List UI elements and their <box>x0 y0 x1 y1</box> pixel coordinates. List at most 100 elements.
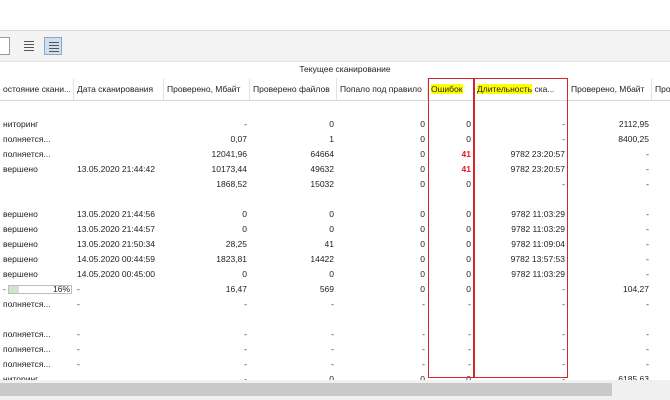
cell-rules: 0 <box>420 284 425 294</box>
cell-status: полняется... <box>3 344 51 354</box>
horizontal-scrollbar[interactable] <box>0 380 670 400</box>
cell-duration: - <box>562 179 565 189</box>
table-row[interactable] <box>0 312 670 327</box>
table-row[interactable]: вершено 14.05.2020 00:45:00 0 0 0 0 9782 11:03… <box>0 267 670 282</box>
cell-files: 0 <box>329 119 334 129</box>
table-row[interactable]: вершено 14.05.2020 00:44:59 1823,81 14422 0 0… <box>0 252 670 267</box>
cell-rules: - <box>422 359 425 369</box>
search-input[interactable] <box>0 37 10 55</box>
table-row[interactable]: полняется... - - - - - - - <box>0 297 670 312</box>
cell-status: вершено <box>3 239 38 249</box>
cell-date: 14.05.2020 00:44:59 <box>77 254 155 264</box>
cell-errors: 0 <box>466 239 471 249</box>
cell-mb: 0 <box>242 224 247 234</box>
table-row[interactable]: полняется... 0,07 1 0 0 - 8400,25 <box>0 132 670 147</box>
col-rule-hits-header[interactable]: Попало под правило <box>337 78 428 100</box>
table-row[interactable]: полняется... 12041,96 64664 0 41 9782 23:20:5… <box>0 147 670 162</box>
cell-date: 13.05.2020 21:44:56 <box>77 209 155 219</box>
cell-mb2 <box>568 102 652 117</box>
cell-mb: - <box>244 119 247 129</box>
cell-mb <box>164 312 250 327</box>
cell-files: - <box>331 344 334 354</box>
details-view-icon[interactable] <box>44 37 62 55</box>
table-row[interactable]: 1868,52 15032 0 0 - - <box>0 177 670 192</box>
table-row[interactable]: -16% -16,47 569 0 0-104,27 <box>0 282 670 297</box>
col-more-header[interactable]: Про <box>652 78 670 100</box>
cell-mb2: - <box>646 329 649 339</box>
cell-duration: 9782 23:20:57 <box>510 164 565 174</box>
col-status-header[interactable]: остояние скани... <box>0 78 74 100</box>
cell-errors: 0 <box>466 209 471 219</box>
cell-mb2: 8400,25 <box>618 134 649 144</box>
cell-files: 0 <box>329 269 334 279</box>
cell-date <box>74 192 164 207</box>
table-row[interactable]: вершено 13.05.2020 21:44:56 0 0 0 0 9782 11:03… <box>0 207 670 222</box>
cell-mb2: 104,27 <box>623 284 649 294</box>
cell-errors: 41 <box>461 149 471 159</box>
table-row[interactable]: вершено 13.05.2020 21:44:42 10173,44 49632 0… <box>0 162 670 177</box>
cell-date <box>74 177 164 192</box>
cell-rules: 0 <box>420 164 425 174</box>
cell-mb: - <box>244 329 247 339</box>
cell-rules: 0 <box>420 269 425 279</box>
table-row[interactable] <box>0 192 670 207</box>
table-row[interactable]: полняется... - - - - - - - <box>0 327 670 342</box>
table-row[interactable]: вершено 13.05.2020 21:44:57 0 0 0 0 9782 11:03… <box>0 222 670 237</box>
cell-mb: 10173,44 <box>211 164 247 174</box>
table-row[interactable]: ниторинг - 0 0 0 - 2112,95 <box>0 117 670 132</box>
table-row[interactable] <box>0 102 670 117</box>
cell-files <box>250 192 337 207</box>
cell-rules: 0 <box>420 209 425 219</box>
cell-files: 569 <box>319 284 334 294</box>
cell-mb: 28,25 <box>225 239 247 249</box>
cell-status: вершено <box>3 164 38 174</box>
scrollbar-thumb[interactable] <box>0 383 612 396</box>
cell-files: 64664 <box>310 149 334 159</box>
cell-duration: - <box>562 134 565 144</box>
cell-rules: 0 <box>420 134 425 144</box>
cell-duration: 9782 11:03:29 <box>511 269 565 279</box>
cell-rules: - <box>422 299 425 309</box>
list-view-icon[interactable] <box>20 37 38 55</box>
cell-mb: 12041,96 <box>211 149 247 159</box>
cell-mb2 <box>568 192 652 207</box>
table-row[interactable]: вершено 13.05.2020 21:50:34 28,25 41 0 0 9782 … <box>0 237 670 252</box>
cell-mb: 0 <box>242 269 247 279</box>
cell-duration <box>474 102 568 117</box>
cell-duration <box>474 192 568 207</box>
cell-files: - <box>331 359 334 369</box>
cell-files: 0 <box>329 224 334 234</box>
header-group-row: Текущее сканирование <box>0 62 670 78</box>
col-errors-header[interactable]: Ошибок <box>428 78 474 100</box>
cell-date <box>74 312 164 327</box>
col-date-header[interactable]: Дата сканирования <box>74 78 164 100</box>
cell-mb: - <box>244 359 247 369</box>
col-checked-mb2-header[interactable]: Проверено, Мбайт <box>568 78 652 100</box>
table-row[interactable]: полняется... - - - - - - - <box>0 342 670 357</box>
cell-date <box>74 117 164 132</box>
table-row[interactable]: полняется... - - - - - - - <box>0 357 670 372</box>
cell-status <box>0 102 74 117</box>
cell-mb2: - <box>646 164 649 174</box>
cell-mb2: - <box>646 224 649 234</box>
col-checked-files-header[interactable]: Проверено файлов <box>250 78 337 100</box>
cell-mb2 <box>568 312 652 327</box>
col-checked-mb-header[interactable]: Проверено, Мбайт <box>164 78 250 100</box>
cell-rules: 0 <box>420 254 425 264</box>
cell-date: 13.05.2020 21:44:57 <box>77 224 155 234</box>
cell-status <box>0 192 74 207</box>
cell-date: 13.05.2020 21:50:34 <box>77 239 155 249</box>
cell-mb2: - <box>646 359 649 369</box>
cell-files: 49632 <box>310 164 334 174</box>
cell-mb: 1823,81 <box>216 254 247 264</box>
cell-files <box>250 312 337 327</box>
header-row: остояние скани... Дата сканирования Пров… <box>0 78 670 101</box>
cell-status: полняется... <box>3 134 51 144</box>
col-duration-header[interactable]: Длительность ска... <box>474 78 568 100</box>
cell-date <box>74 132 164 147</box>
cell-errors <box>428 312 474 327</box>
cell-mb: 1868,52 <box>216 179 247 189</box>
cell-mb2: - <box>646 149 649 159</box>
cell-status: вершено <box>3 269 38 279</box>
cell-mb2: - <box>646 209 649 219</box>
